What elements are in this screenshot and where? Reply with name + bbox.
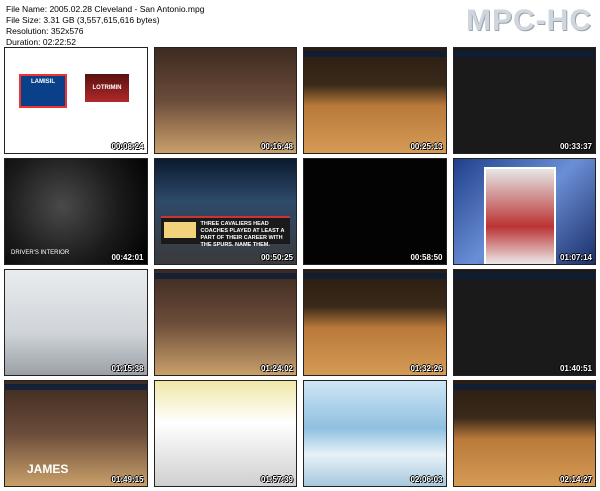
thumbnail-timestamp: 00:33:37	[559, 142, 592, 151]
replay-inset-scene	[453, 159, 595, 264]
thumbnail-10[interactable]: 01:24:02	[153, 269, 297, 376]
basketball-court-scene	[453, 381, 595, 486]
thumbnail-timestamp: 00:16:48	[260, 142, 293, 151]
app-logo: MPC-HC	[466, 4, 592, 37]
player-headband-scene	[453, 270, 595, 375]
thumbnail-timestamp: 01:57:39	[260, 475, 293, 484]
player-closeup-scene	[154, 270, 296, 375]
scoreboard-bar	[304, 51, 446, 57]
thumbnail-timestamp: 02:06:03	[410, 475, 443, 484]
trivia-question-text: THREE CAVALIERS HEAD COACHES PLAYED AT L…	[200, 221, 285, 248]
arena-trivia-scene: THREE CAVALIERS HEAD COACHES PLAYED AT L…	[154, 159, 296, 264]
thumbnail-timestamp: 01:32:26	[410, 364, 443, 373]
scoreboard-bar	[453, 273, 595, 279]
scoreboard-bar	[453, 51, 595, 57]
thumbnail-3[interactable]: 00:25:13	[303, 47, 447, 154]
snow-car-scene	[304, 381, 446, 486]
thumbnail-4[interactable]: 00:33:37	[452, 47, 596, 154]
scoreboard-bar	[5, 384, 147, 390]
replay-inset-frame	[483, 167, 556, 264]
court-side-scene	[154, 48, 296, 153]
thumbnail-timestamp: 00:08:24	[111, 142, 144, 151]
file-name-line: File Name: 2005.02.28 Cleveland - San An…	[6, 4, 205, 14]
file-info-header: File Name: 2005.02.28 Cleveland - San An…	[0, 0, 600, 48]
ad-scene: LAMISIL LOTRIMIN	[5, 48, 147, 153]
thumbnail-timestamp: 01:15:38	[111, 364, 144, 373]
thumbnail-timestamp: 01:24:02	[260, 364, 293, 373]
thumbnail-7[interactable]: 00:58:50	[303, 158, 447, 265]
thumbnail-9[interactable]: 01:15:38	[4, 269, 148, 376]
thumbnail-timestamp: 01:07:14	[559, 253, 592, 262]
thumbnail-timestamp: 01:49:15	[111, 475, 144, 484]
thumbnail-11[interactable]: 01:32:26	[303, 269, 447, 376]
ad-logo-lamisil: LAMISIL	[19, 74, 67, 108]
file-info-block: File Name: 2005.02.28 Cleveland - San An…	[6, 4, 204, 48]
bank-office-scene	[5, 270, 147, 375]
thumbnail-6[interactable]: THREE CAVALIERS HEAD COACHES PLAYED AT L…	[153, 158, 297, 265]
player-jersey-scene: JAMES	[5, 381, 147, 486]
scoreboard-bar	[453, 384, 595, 390]
thumbnail-timestamp: 00:58:50	[410, 253, 443, 262]
car-ad-caption: DRIVER'S INTERIOR	[11, 250, 70, 256]
jersey-name: JAMES	[27, 462, 69, 476]
black-frame-scene	[304, 159, 446, 264]
thumbnail-2[interactable]: 00:16:48	[153, 47, 297, 154]
thumbnail-timestamp: 00:50:25	[260, 253, 293, 262]
thumbnail-12[interactable]: 01:40:51	[452, 269, 596, 376]
thumbnail-timestamp: 00:42:01	[111, 253, 144, 262]
basketball-court-scene	[304, 270, 446, 375]
thumbnail-14[interactable]: 01:57:39	[153, 380, 297, 487]
resolution-line: Resolution: 352x576	[6, 26, 84, 36]
trivia-logo-badge	[163, 222, 196, 238]
thumbnail-grid: LAMISIL LOTRIMIN 00:08:24 00:16:48 00:25…	[4, 47, 596, 487]
basketball-court-scene	[304, 48, 446, 153]
file-size-line: File Size: 3.31 GB (3,557,615,616 bytes)	[6, 15, 160, 25]
scoreboard-bar	[304, 273, 446, 279]
interior-woman-scene	[154, 381, 296, 486]
thumbnail-8[interactable]: 01:07:14	[452, 158, 596, 265]
coach-closeup-scene	[453, 48, 595, 153]
thumbnail-16[interactable]: 02:14:27	[452, 380, 596, 487]
thumbnail-15[interactable]: 02:06:03	[303, 380, 447, 487]
thumbnail-timestamp: 02:14:27	[559, 475, 592, 484]
thumbnail-1[interactable]: LAMISIL LOTRIMIN 00:08:24	[4, 47, 148, 154]
ad-logo-lotrimin: LOTRIMIN	[85, 74, 129, 102]
trivia-lower-third: THREE CAVALIERS HEAD COACHES PLAYED AT L…	[160, 216, 290, 248]
car-interior-scene: DRIVER'S INTERIOR	[5, 159, 147, 264]
thumbnail-timestamp: 01:40:51	[559, 364, 592, 373]
thumbnail-5[interactable]: DRIVER'S INTERIOR 00:42:01	[4, 158, 148, 265]
scoreboard-bar	[154, 273, 296, 279]
thumbnail-13[interactable]: JAMES 01:49:15	[4, 380, 148, 487]
thumbnail-timestamp: 00:25:13	[410, 142, 443, 151]
